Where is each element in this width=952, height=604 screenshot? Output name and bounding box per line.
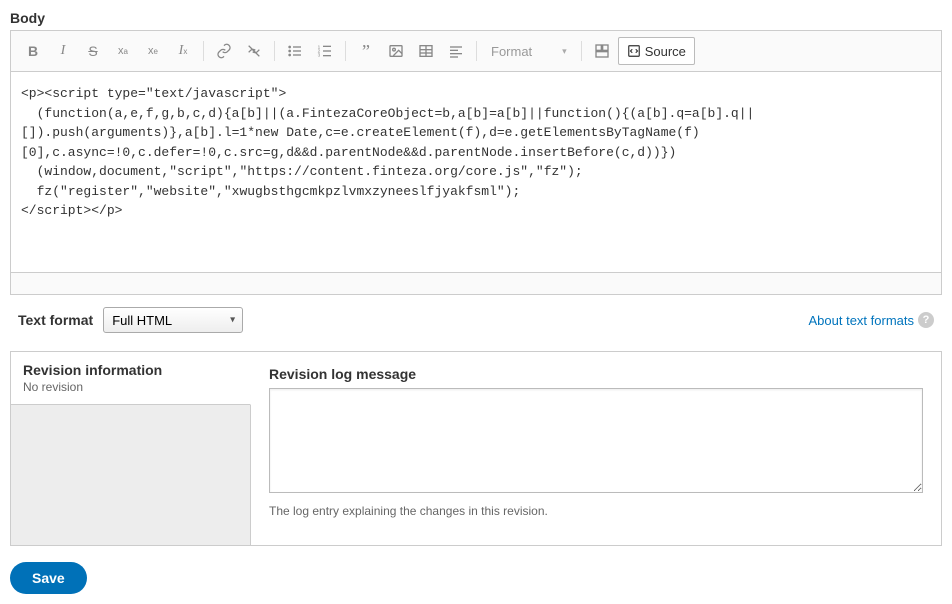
align-button[interactable] (442, 37, 470, 65)
source-icon (627, 44, 641, 58)
ordered-list-button[interactable]: 123 (311, 37, 339, 65)
link-button[interactable] (210, 37, 238, 65)
editor-content-area[interactable]: <p><script type="text/javascript"> (func… (11, 72, 941, 272)
text-format-row: Text format Full HTML About text formats… (10, 295, 942, 341)
revision-info-tab[interactable]: Revision information No revision (11, 352, 251, 405)
revision-content: Revision log message The log entry expla… (251, 352, 941, 545)
about-text-formats-link[interactable]: About text formats ? (809, 312, 935, 328)
unordered-list-button[interactable] (281, 37, 309, 65)
format-dropdown[interactable]: Format ▾ (483, 37, 575, 65)
revision-tab-sub: No revision (23, 380, 238, 394)
source-button[interactable]: Source (618, 37, 695, 65)
strike-button[interactable]: S (79, 37, 107, 65)
actions-row: Save (10, 562, 942, 594)
save-button[interactable]: Save (10, 562, 87, 594)
image-button[interactable] (382, 37, 410, 65)
blockquote-button[interactable]: ” (352, 37, 380, 65)
editor-toolbar: B I S xa xe Ix 123 ” Format (11, 31, 941, 72)
about-text-formats-label: About text formats (809, 313, 915, 328)
revision-log-help: The log entry explaining the changes in … (269, 504, 923, 518)
revision-tab-title: Revision information (23, 362, 238, 378)
revision-log-textarea[interactable] (269, 388, 923, 493)
toolbar-separator (581, 41, 582, 61)
format-dropdown-label: Format (491, 44, 532, 59)
svg-text:3: 3 (318, 52, 321, 57)
chevron-down-icon: ▾ (562, 46, 567, 57)
show-blocks-button[interactable] (588, 37, 616, 65)
toolbar-separator (274, 41, 275, 61)
text-format-label: Text format (18, 312, 93, 328)
text-format-select[interactable]: Full HTML (103, 307, 243, 333)
unlink-button[interactable] (240, 37, 268, 65)
body-editor: B I S xa xe Ix 123 ” Format (10, 30, 942, 295)
superscript-button[interactable]: xa (109, 37, 137, 65)
remove-format-button[interactable]: Ix (169, 37, 197, 65)
toolbar-separator (345, 41, 346, 61)
subscript-button[interactable]: xe (139, 37, 167, 65)
table-button[interactable] (412, 37, 440, 65)
body-label: Body (10, 10, 942, 26)
help-icon: ? (918, 312, 934, 328)
revision-log-label: Revision log message (269, 366, 923, 382)
revision-tabs: Revision information No revision (11, 352, 251, 545)
source-button-label: Source (645, 44, 686, 59)
toolbar-separator (203, 41, 204, 61)
revision-box: Revision information No revision Revisio… (10, 351, 942, 546)
italic-button[interactable]: I (49, 37, 77, 65)
toolbar-separator (476, 41, 477, 61)
bold-button[interactable]: B (19, 37, 47, 65)
editor-footer (11, 272, 941, 294)
